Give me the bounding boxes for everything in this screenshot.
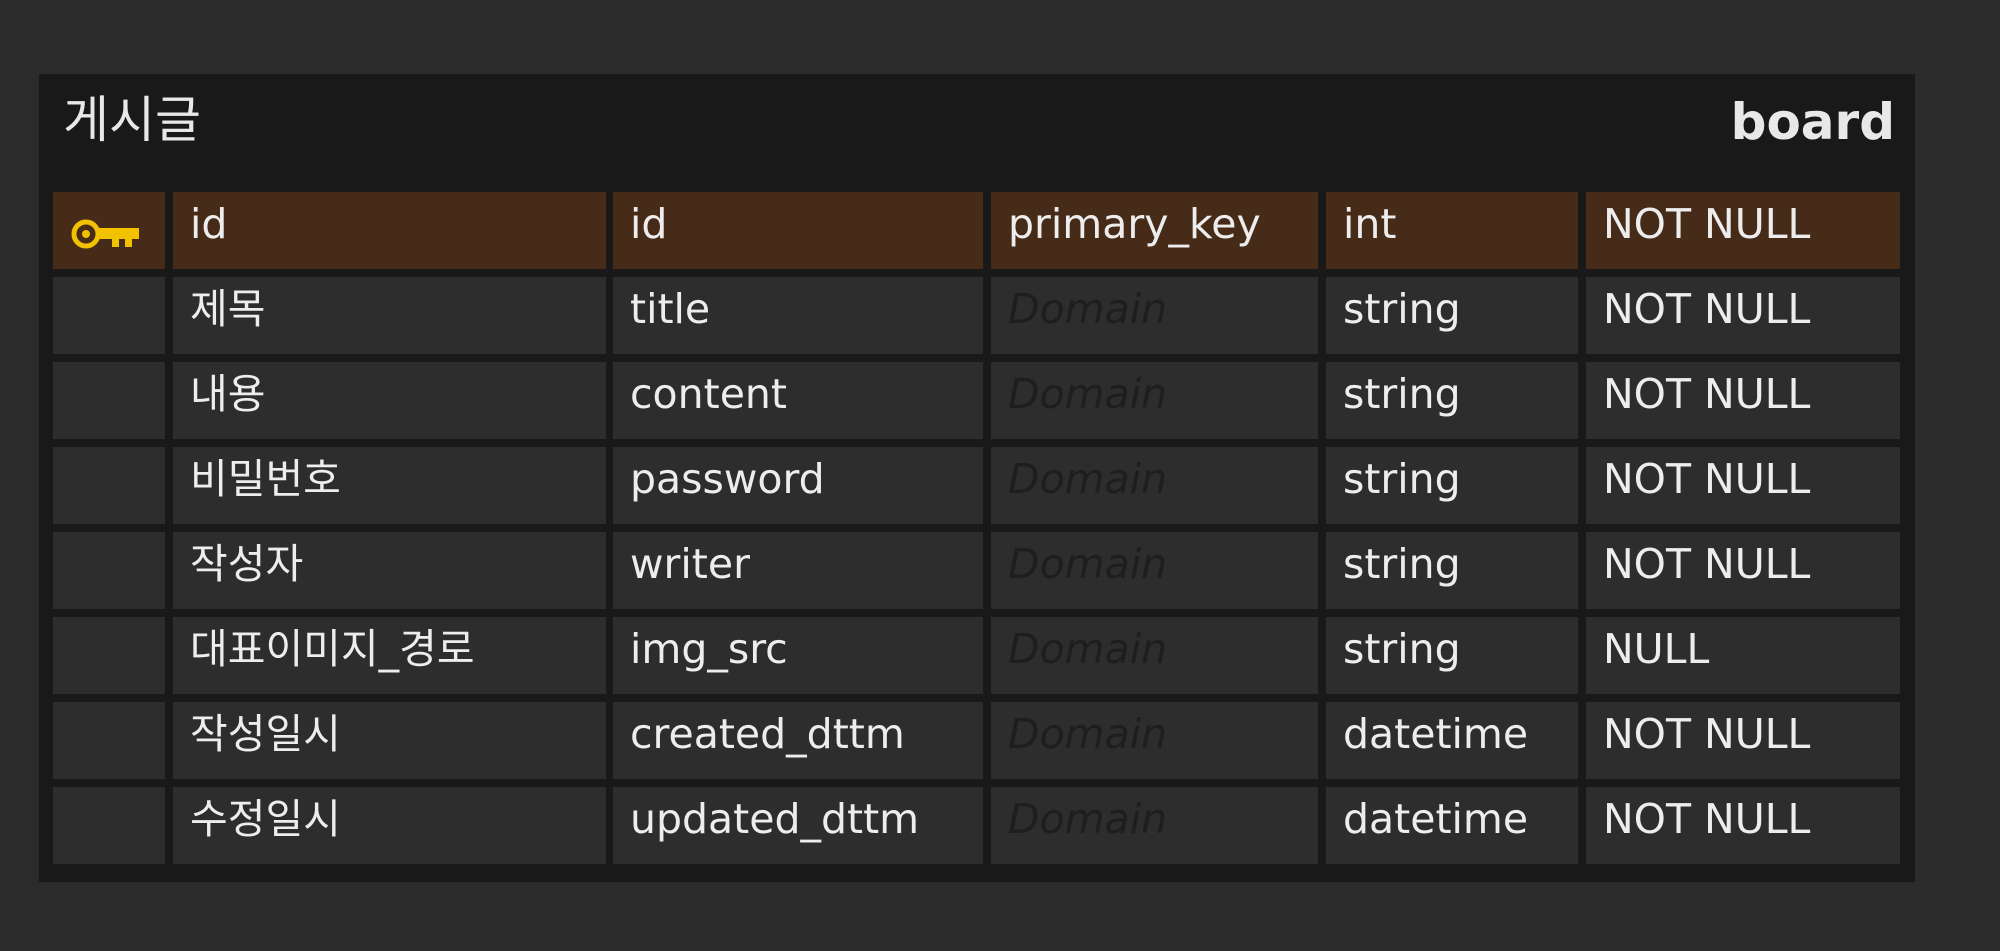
column-data-type[interactable]: datetime bbox=[1326, 787, 1578, 864]
entity-table-board[interactable]: 게시글 board id id primary_key int NOT NULL… bbox=[39, 74, 1915, 882]
column-logical-name[interactable]: id bbox=[173, 192, 606, 269]
column-data-type[interactable]: string bbox=[1326, 532, 1578, 609]
column-domain[interactable]: Domain bbox=[991, 277, 1318, 354]
key-cell bbox=[53, 787, 165, 864]
column-nullability[interactable]: NOT NULL bbox=[1586, 787, 1900, 864]
column-domain[interactable]: primary_key bbox=[991, 192, 1318, 269]
column-data-type[interactable]: int bbox=[1326, 192, 1578, 269]
key-cell bbox=[53, 192, 165, 269]
column-nullability[interactable]: NOT NULL bbox=[1586, 447, 1900, 524]
column-data-type[interactable]: string bbox=[1326, 617, 1578, 694]
column-domain[interactable]: Domain bbox=[991, 617, 1318, 694]
column-logical-name[interactable]: 대표이미지_경로 bbox=[173, 617, 606, 694]
column-domain[interactable]: Domain bbox=[991, 447, 1318, 524]
key-cell bbox=[53, 362, 165, 439]
column-domain[interactable]: Domain bbox=[991, 532, 1318, 609]
key-cell bbox=[53, 702, 165, 779]
column-physical-name[interactable]: content bbox=[613, 362, 983, 439]
column-physical-name[interactable]: password bbox=[613, 447, 983, 524]
column-physical-name[interactable]: updated_dttm bbox=[613, 787, 983, 864]
entity-header[interactable]: 게시글 board bbox=[39, 74, 1915, 174]
column-logical-name[interactable]: 수정일시 bbox=[173, 787, 606, 864]
column-data-type[interactable]: string bbox=[1326, 447, 1578, 524]
column-nullability[interactable]: NOT NULL bbox=[1586, 192, 1900, 269]
column-data-type[interactable]: string bbox=[1326, 277, 1578, 354]
column-logical-name[interactable]: 작성일시 bbox=[173, 702, 606, 779]
column-domain[interactable]: Domain bbox=[991, 702, 1318, 779]
column-physical-name[interactable]: img_src bbox=[613, 617, 983, 694]
column-physical-name[interactable]: created_dttm bbox=[613, 702, 983, 779]
column-nullability[interactable]: NOT NULL bbox=[1586, 532, 1900, 609]
column-nullability[interactable]: NOT NULL bbox=[1586, 362, 1900, 439]
column-data-type[interactable]: string bbox=[1326, 362, 1578, 439]
entity-logical-name: 게시글 bbox=[63, 91, 201, 149]
column-physical-name[interactable]: title bbox=[613, 277, 983, 354]
column-logical-name[interactable]: 내용 bbox=[173, 362, 606, 439]
column-logical-name[interactable]: 제목 bbox=[173, 277, 606, 354]
column-data-type[interactable]: datetime bbox=[1326, 702, 1578, 779]
key-cell bbox=[53, 532, 165, 609]
column-domain[interactable]: Domain bbox=[991, 362, 1318, 439]
column-domain[interactable]: Domain bbox=[991, 787, 1318, 864]
key-cell bbox=[53, 617, 165, 694]
key-icon bbox=[71, 219, 139, 249]
column-nullability[interactable]: NULL bbox=[1586, 617, 1900, 694]
column-nullability[interactable]: NOT NULL bbox=[1586, 277, 1900, 354]
column-physical-name[interactable]: id bbox=[613, 192, 983, 269]
key-cell bbox=[53, 447, 165, 524]
column-physical-name[interactable]: writer bbox=[613, 532, 983, 609]
column-logical-name[interactable]: 비밀번호 bbox=[173, 447, 606, 524]
entity-physical-name: board bbox=[1730, 93, 1895, 151]
column-nullability[interactable]: NOT NULL bbox=[1586, 702, 1900, 779]
key-cell bbox=[53, 277, 165, 354]
column-logical-name[interactable]: 작성자 bbox=[173, 532, 606, 609]
